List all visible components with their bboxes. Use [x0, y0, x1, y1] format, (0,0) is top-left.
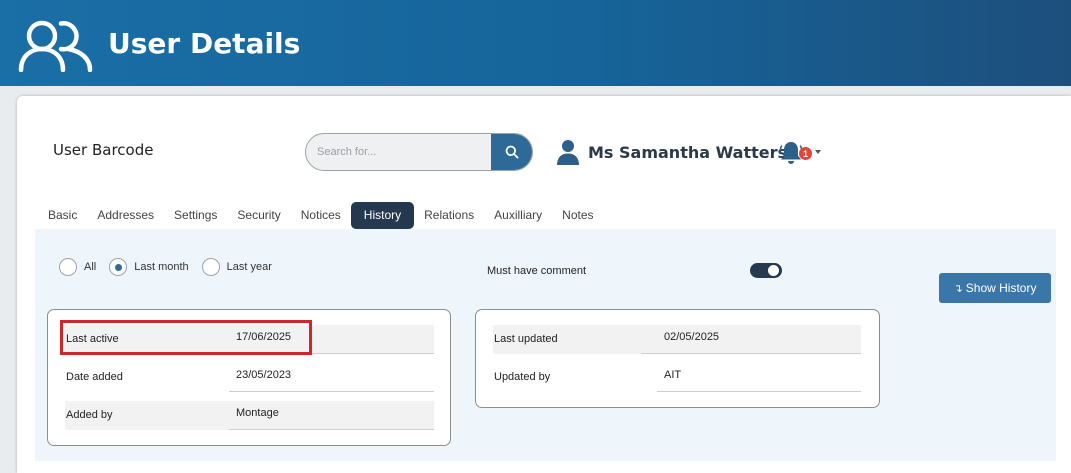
chevron-down-icon: [815, 150, 821, 154]
radio-all[interactable]: All: [59, 258, 96, 276]
show-history-button[interactable]: ↴ Show History: [939, 273, 1051, 303]
search-input[interactable]: [306, 134, 491, 170]
user-update-card: Last updated 02/05/2025 Updated by AIT: [475, 309, 880, 408]
row-date-added: Date added 23/05/2023: [65, 363, 434, 392]
tab-auxilliary[interactable]: Auxilliary: [484, 202, 552, 229]
search-button[interactable]: [491, 134, 532, 170]
arrow-down-icon: ↴: [953, 282, 963, 295]
field-label: Updated by: [494, 371, 551, 383]
field-label: Added by: [66, 409, 113, 421]
current-user[interactable]: Ms Samantha Watters: [556, 138, 787, 166]
notifications-button[interactable]: 1: [779, 140, 823, 166]
row-added-by: Added by Montage: [65, 401, 434, 430]
app-header: User Details: [0, 0, 1071, 86]
added-by-value: Montage: [229, 401, 434, 430]
radio-button[interactable]: [109, 258, 128, 276]
row-last-updated: Last updated 02/05/2025: [493, 325, 861, 354]
radio-last-year[interactable]: Last year: [201, 258, 272, 276]
page-title: User Details: [108, 27, 301, 60]
person-icon: [557, 140, 579, 165]
tab-security[interactable]: Security: [227, 202, 290, 229]
period-filter: All Last month Last year: [59, 258, 285, 276]
user-name: Ms Samantha Watters: [588, 142, 788, 162]
row-updated-by: Updated by AIT: [493, 363, 861, 392]
tab-basic[interactable]: Basic: [38, 202, 87, 229]
radio-label: Last year: [226, 261, 272, 273]
user-barcode-label: User Barcode: [53, 141, 154, 159]
tab-notes[interactable]: Notes: [552, 202, 603, 229]
field-label: Date added: [66, 371, 123, 383]
tab-notices[interactable]: Notices: [291, 202, 351, 229]
search-box: [305, 133, 533, 171]
updated-by-value: AIT: [657, 363, 861, 392]
date-added-value: 23/05/2023: [229, 363, 434, 392]
notification-count-badge: 1: [799, 147, 812, 160]
radio-last-month[interactable]: Last month: [109, 258, 189, 276]
must-have-comment-label: Must have comment: [487, 265, 587, 277]
search-icon: [505, 145, 519, 159]
tab-bar: Basic Addresses Settings Security Notice…: [38, 202, 604, 229]
radio-label: All: [84, 261, 97, 273]
tab-relations[interactable]: Relations: [414, 202, 484, 229]
field-label: Last updated: [494, 333, 558, 345]
must-have-comment-toggle[interactable]: [750, 263, 782, 278]
tab-settings[interactable]: Settings: [164, 202, 227, 229]
radio-button[interactable]: [59, 258, 77, 276]
tab-addresses[interactable]: Addresses: [87, 202, 164, 229]
highlight-box: [60, 320, 312, 355]
radio-button[interactable]: [201, 258, 220, 276]
radio-label: Last month: [134, 261, 189, 273]
last-updated-value: 02/05/2025: [641, 325, 861, 354]
tab-history[interactable]: History: [350, 202, 415, 229]
users-icon: [18, 20, 93, 72]
show-history-label: Show History: [965, 281, 1037, 295]
